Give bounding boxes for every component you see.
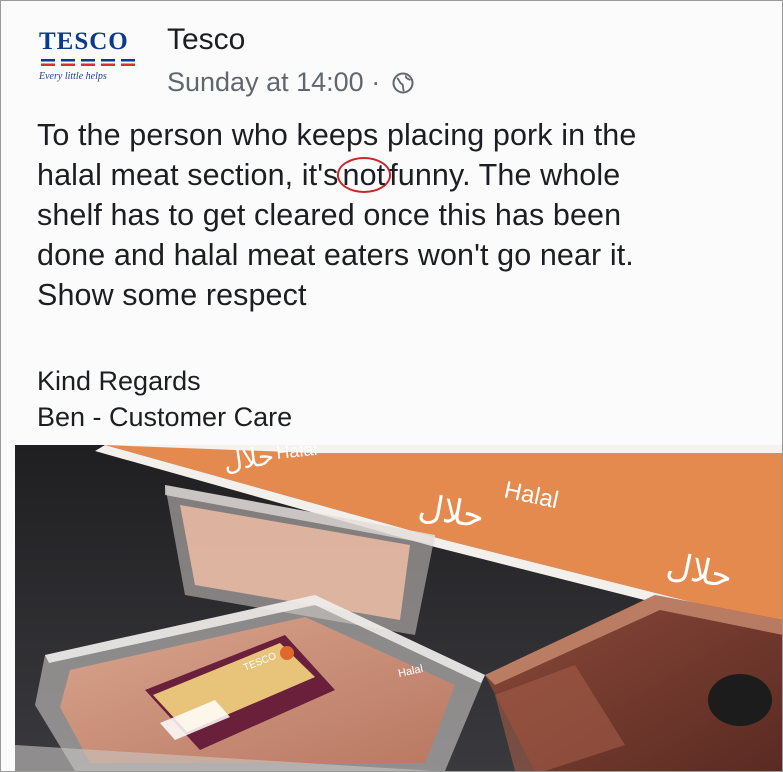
signoff-signature: Ben - Customer Care [37, 402, 293, 432]
ham-label [708, 674, 772, 726]
facebook-post-screenshot: TESCO Every little helps Tesco Sunday at… [0, 0, 783, 772]
post-text-line: halal meat section, it's not funny. The wh… [37, 155, 767, 195]
post-timestamp[interactable]: Sunday at 14:00 [167, 67, 364, 97]
tesco-logo[interactable]: TESCO Every little helps [39, 29, 157, 91]
post-text-line: To the person who keeps placing pork in … [37, 115, 767, 155]
text-segment: funny. The whole [389, 158, 621, 192]
post-meta: Sunday at 14:00 · [167, 65, 414, 99]
post-text: To the person who keeps placing pork in … [37, 115, 767, 315]
text-segment: done and halal meat eaters won't go near… [37, 238, 634, 272]
meat-shelf-photo: حلال Halal حلال Halal حلال Halal TESCO [15, 445, 782, 771]
post-text-line: shelf has to get cleared once this has b… [37, 195, 767, 235]
globe-icon[interactable] [392, 72, 414, 94]
text-segment: Show some respect [37, 278, 307, 312]
circled-word: not [336, 157, 392, 193]
logo-tagline: Every little helps [39, 71, 107, 82]
logo-stripes [41, 59, 135, 66]
signoff: Kind Regards Ben - Customer Care [37, 363, 292, 435]
text-segment: shelf has to get cleared once this has b… [37, 198, 622, 232]
page-name-link[interactable]: Tesco [167, 23, 245, 57]
post-photo[interactable]: حلال Halal حلال Halal حلال Halal TESCO [15, 445, 782, 771]
post-header: TESCO Every little helps Tesco Sunday at… [27, 15, 767, 105]
signoff-greeting: Kind Regards [37, 366, 201, 396]
post-text-line: done and halal meat eaters won't go near… [37, 235, 767, 275]
post-text-line: Show some respect [37, 275, 767, 315]
logo-wordmark: TESCO [39, 28, 129, 55]
meta-separator: · [371, 67, 381, 97]
text-segment: halal meat section, it's [37, 158, 339, 192]
text-segment: To the person who keeps placing pork in … [37, 118, 637, 152]
